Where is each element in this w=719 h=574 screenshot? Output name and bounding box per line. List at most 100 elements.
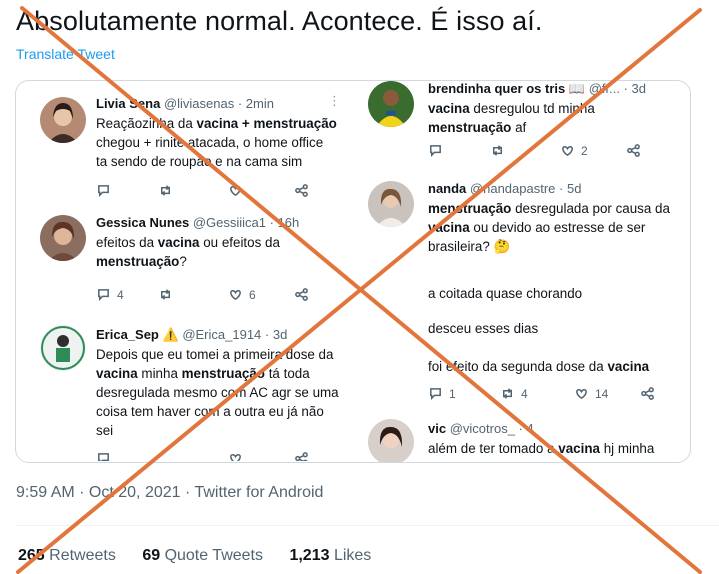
reply-icon	[96, 451, 111, 461]
tweet-actions: 1 4 14	[428, 386, 668, 404]
tweet-text-part: af	[511, 120, 527, 135]
translate-tweet-link[interactable]: Translate Tweet	[16, 46, 115, 62]
book-icon: 📖	[568, 81, 586, 96]
like-icon: 14	[574, 386, 608, 401]
likes-label: Likes	[333, 547, 372, 564]
retweet-icon	[158, 287, 173, 302]
retweets-stat[interactable]: 265 Retweets	[18, 547, 116, 564]
like-count: 2	[581, 143, 588, 158]
share-icon	[626, 143, 641, 158]
tweet-stats: 265 Retweets 69 Quote Tweets 1,213 Likes	[18, 547, 393, 565]
tweet-text-bold: vacina	[157, 235, 200, 250]
tweet-text-part: efeitos da	[96, 235, 158, 250]
tweet-text-bold: menstruação	[181, 366, 265, 381]
embedded-tweet-gessica: Gessica Nunes @Gessiiica1 · 16h efeitos …	[22, 207, 348, 307]
embedded-tweet-nanda: nanda @nandapastre · 5d menstruação desr…	[358, 177, 688, 269]
tweet-text-part: desregulada por causa da	[511, 201, 670, 216]
tweet-text-part: hj minha	[599, 441, 655, 456]
quotes-label: Quote Tweets	[164, 547, 263, 564]
reply-icon: 1	[428, 386, 456, 401]
author-name: brendinha quer os tris	[428, 81, 566, 96]
tweet-text-bold: menstruação	[96, 254, 180, 269]
embedded-tweet-brendinha: brendinha quer os tris 📖 @fr... · 3d vac…	[358, 81, 688, 173]
tweet-text-part: brasileira? 🤔	[428, 239, 511, 254]
share-icon	[294, 287, 309, 302]
embedded-tweet-erica: Erica_Sep ⚠️ @Erica_1914 · 3d Depois que…	[22, 319, 348, 461]
author-handle: @liviasenas	[163, 96, 235, 111]
tweet-time: · 3d	[264, 327, 288, 342]
like-icon: 2	[560, 143, 588, 158]
reply-count: 1	[449, 386, 456, 401]
like-count: 14	[595, 386, 609, 401]
avatar	[368, 81, 414, 127]
avatar	[368, 181, 414, 227]
share-icon	[294, 183, 309, 198]
tweet-text-part: coisa tem haver com a outra eu já não	[96, 404, 324, 419]
retweets-label: Retweets	[49, 547, 116, 564]
tweet-actions	[96, 183, 336, 201]
author-name: nanda	[428, 181, 467, 196]
tweet-text-bold: menstruação	[428, 201, 512, 216]
reply-icon	[96, 183, 111, 198]
tweet-text-part: minha	[137, 366, 182, 381]
warning-icon: ⚠️	[162, 327, 179, 342]
quote-tweets-stat[interactable]: 69 Quote Tweets	[142, 547, 263, 564]
embedded-tweet-vic: vic @vicotros_ · 4 além de ter tomado a …	[358, 415, 688, 462]
tweet-text-part: tá toda	[264, 366, 310, 381]
retweet-icon: 4	[500, 386, 528, 401]
author-handle: @fr...	[588, 81, 620, 96]
author-handle: @Erica_1914	[182, 327, 262, 342]
tweet-text-part: chegou + rinite atacada, o home office	[96, 135, 324, 150]
retweets-count: 265	[18, 547, 45, 564]
tweet-text: Absolutamente normal. Acontece. É isso a…	[16, 6, 543, 36]
tweet-text-part: ou efeitos da	[199, 235, 280, 250]
tweet-text-bold: vacina	[428, 220, 470, 235]
reply-icon	[428, 143, 443, 158]
tweet-text-bold: menstruação	[428, 120, 512, 135]
tweet-text-part: além de ter tomado a	[428, 441, 559, 456]
author-handle: @nandapastre	[469, 181, 556, 196]
tweet-actions: 4 6	[96, 287, 336, 305]
author-handle: @Gessiiica1	[192, 215, 267, 230]
more-icon: ⋮	[328, 93, 341, 108]
reply-icon: 4	[96, 287, 124, 302]
tweet-text-part: desregulada mesmo com AC agr se uma	[96, 385, 339, 400]
avatar	[40, 215, 86, 261]
tweet-text-bold: vacina + menstruação	[196, 116, 337, 131]
tweet-text-bold: vacina	[96, 366, 138, 381]
retweet-icon	[490, 143, 505, 158]
tweet-actions: 2	[428, 143, 668, 161]
reply-count: 4	[117, 287, 124, 302]
tweet-text-bold: vacina	[558, 441, 600, 456]
tweet-text-part: sei	[96, 423, 114, 438]
tweet-time: · 16h	[269, 215, 300, 230]
tweet-timestamp[interactable]: 9:59 AM · Oct 20, 2021 · Twitter for And…	[16, 484, 323, 502]
like-icon: 6	[228, 287, 256, 302]
divider	[16, 525, 719, 526]
author-handle: @vicotros_	[449, 421, 515, 436]
tweet-media[interactable]: Livia Sena @liviasenas · 2min ⋮ Reaçãozi…	[15, 80, 691, 463]
tweet-time: · 5d	[559, 181, 582, 196]
tweet-text-part: ta sendo de roupão e na cama sim	[96, 154, 303, 169]
tweet-text-part: ?	[179, 254, 187, 269]
like-icon	[228, 451, 243, 461]
avatar	[40, 97, 86, 143]
share-icon	[640, 386, 655, 401]
likes-stat[interactable]: 1,213 Likes	[289, 547, 371, 564]
reply-line: a coitada quase chorando	[428, 286, 583, 301]
like-count: 6	[249, 287, 256, 302]
author-name: Livia Sena	[96, 96, 161, 111]
retweet-count: 4	[521, 386, 528, 401]
author-name: Gessica Nunes	[96, 215, 190, 230]
tweet-time: · 3d	[623, 81, 646, 96]
author-name: Erica_Sep	[96, 327, 159, 342]
share-icon	[294, 451, 309, 461]
tweet-text-part: desregulou td minha	[469, 101, 595, 116]
tweet-text-bold: vacina	[428, 101, 470, 116]
quotes-count: 69	[142, 547, 161, 564]
tweet-actions	[96, 451, 336, 461]
tweet-time: · 4	[518, 421, 534, 436]
tweet-text-part: Depois que eu tomei a primeira dose da	[96, 347, 334, 362]
tweet-text-part: Reaçãozinha da	[96, 116, 197, 131]
reply-line: desceu esses dias	[428, 321, 539, 336]
